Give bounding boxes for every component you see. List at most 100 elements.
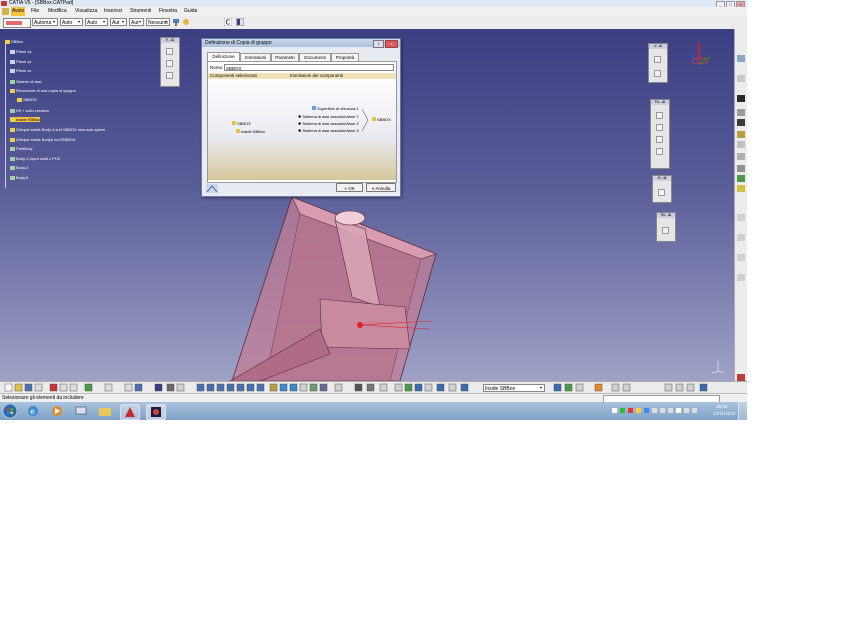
menu-bar: Avvio File Modifica Visualizza Inserisci… — [0, 7, 747, 16]
menu-visualizza[interactable]: Visualizza — [75, 7, 97, 16]
tool-button[interactable] — [166, 72, 173, 79]
catia-window: CATIA V5 - [SBBox.CATPart] _ □ × Avvio F… — [0, 0, 747, 420]
floating-toolbar-pa[interactable]: Pa...⊠ — [650, 99, 670, 169]
tool-button[interactable] — [166, 60, 173, 67]
revolve-icon[interactable] — [737, 141, 745, 148]
svg-text:‑‑‑‑‑‑‑‑‑‑‑‑‑‑: ‑‑‑‑‑‑‑‑‑‑‑‑‑‑ — [364, 320, 382, 324]
transform-icon[interactable] — [737, 214, 745, 221]
component-inputs-pane[interactable]: Immissioni dei componenti Superficie di … — [288, 73, 396, 180]
right-item-label: Sistema di assi assoluto\Asse X — [302, 128, 360, 133]
taskbar-catia-icon[interactable] — [146, 404, 166, 420]
floating-toolbar-sh[interactable]: Sh...⊠ — [656, 212, 676, 242]
system-tray-icons[interactable] — [610, 406, 710, 416]
status-text: Selezionare gli elementi da includere — [2, 395, 84, 401]
left-item[interactable]: Inside SBBox — [236, 129, 265, 134]
start-button-icon[interactable] — [2, 403, 18, 419]
tool-button[interactable] — [656, 124, 663, 131]
floating-toolbar-m[interactable]: M...⊠ — [652, 175, 672, 203]
tool-button[interactable] — [656, 112, 663, 119]
current-body-combo[interactable]: Inside SBBox ▾ — [483, 384, 545, 392]
extrude-icon[interactable] — [737, 131, 745, 138]
sketcher-c-icon[interactable]: C — [224, 18, 232, 26]
show-desktop-button[interactable] — [738, 402, 747, 420]
thickness-icon[interactable] — [737, 185, 745, 192]
ok-button[interactable]: ● OK — [336, 183, 363, 192]
tab-proprieta[interactable]: Proprietà — [331, 53, 359, 61]
menu-avvio[interactable]: Avvio — [11, 7, 26, 16]
axis-triad-icon — [711, 361, 725, 374]
tab-documenti[interactable]: Documenti — [299, 53, 331, 61]
tool-button[interactable] — [654, 56, 661, 63]
right-item[interactable]: ✱Sistema di assi assoluto\Asse Y — [298, 114, 359, 119]
window-tile-icon[interactable] — [236, 18, 244, 26]
pattern-icon[interactable] — [737, 234, 745, 241]
right-item-label: Sistema di assi assoluto\Asse Z — [302, 121, 359, 126]
right-item[interactable]: ✱Sistema di assi assoluto\Asse Z — [298, 121, 359, 126]
transparency-combo[interactable]: Automa ▾ — [32, 18, 58, 26]
tool-button[interactable] — [654, 70, 661, 77]
standard-tool-icons[interactable] — [0, 383, 480, 393]
point-type-combo[interactable]: Aut ▾ — [110, 18, 127, 26]
menu-inserisci[interactable]: Inserisci — [104, 7, 122, 16]
right-toolbar — [734, 29, 747, 381]
axis-icon: ✱ — [298, 114, 302, 119]
name-input-value: SBBOX — [226, 66, 242, 71]
line-icon[interactable] — [737, 119, 745, 126]
measure-icon[interactable] — [737, 254, 745, 261]
floating-toolbar-e[interactable]: E...⊠ — [160, 37, 180, 87]
menu-modifica[interactable]: Modifica — [48, 7, 67, 16]
taskbar-explorer-icon[interactable] — [96, 404, 114, 418]
line-type-combo[interactable]: Auto ▾ — [85, 18, 108, 26]
fill-icon[interactable] — [737, 165, 745, 172]
cancel-button[interactable]: ● Annulla — [366, 183, 396, 192]
chevron-down-icon: ▾ — [540, 385, 543, 390]
cancel-x-icon: ● — [371, 186, 375, 191]
combo-value: Auto — [62, 20, 73, 26]
right-item[interactable]: Superficie di chiusura.1 — [312, 106, 359, 111]
render-style-combo[interactable]: Aut ▾ — [129, 18, 144, 26]
paint-brush-icon[interactable] — [172, 18, 180, 26]
tab-immissioni[interactable]: Immissioni — [240, 53, 271, 61]
connector-bracket — [362, 108, 369, 132]
floating-toolbar-v[interactable]: V...⊠ — [648, 43, 668, 83]
right-tool-icons[interactable] — [550, 383, 730, 393]
taskbar-ie-icon[interactable]: e — [24, 404, 42, 418]
right-item[interactable]: ✱Sistema di assi assoluto\Asse X — [298, 128, 359, 133]
taskbar-acrobat-icon[interactable] — [120, 404, 140, 420]
plane-icon[interactable] — [737, 95, 745, 102]
left-item[interactable]: SBBOX — [232, 121, 251, 126]
tool-button[interactable] — [662, 227, 669, 234]
select-arrow-icon[interactable] — [737, 55, 745, 62]
tool-button[interactable] — [656, 136, 663, 143]
painter-icon[interactable] — [182, 18, 190, 26]
compass-icon[interactable] — [684, 39, 714, 69]
point-icon[interactable] — [737, 109, 745, 116]
tool-button[interactable] — [166, 48, 173, 55]
dialog-logo-icon — [206, 184, 218, 193]
name-input[interactable]: SBBOX — [224, 64, 394, 71]
menu-strumenti[interactable]: Strumenti — [130, 7, 151, 16]
taskbar-desktop-icon[interactable] — [72, 404, 90, 418]
tab-parametri[interactable]: Parametri — [271, 53, 299, 61]
color-combo[interactable] — [3, 18, 31, 28]
app-icon[interactable] — [2, 8, 9, 15]
analysis-icon[interactable] — [737, 274, 745, 281]
layer-combo[interactable]: Nessuno ▾ — [146, 18, 170, 26]
selected-components-pane[interactable]: Componenti selezionati SBBOX Inside SBBo… — [208, 73, 289, 180]
boolean-icon[interactable] — [737, 175, 745, 182]
right-target[interactable]: SBBOX — [372, 117, 391, 122]
menu-finestra[interactable]: Finestra — [159, 7, 177, 16]
sketch-icon[interactable] — [737, 75, 745, 82]
dialog-close-button[interactable]: × — [385, 40, 398, 48]
menu-file[interactable]: File — [31, 7, 39, 16]
taskbar-media-icon[interactable] — [48, 404, 66, 418]
tool-button[interactable] — [656, 148, 663, 155]
sweep-icon[interactable] — [737, 153, 745, 160]
line-width-combo[interactable]: Auto ▾ — [60, 18, 83, 26]
catia-corner-icon[interactable] — [737, 374, 745, 381]
help-button[interactable]: ? — [373, 40, 384, 48]
tool-button[interactable] — [658, 189, 665, 196]
tab-definizione[interactable]: Definizione — [207, 52, 240, 61]
combo-value: Inside SBBox — [485, 386, 516, 392]
menu-guida[interactable]: Guida — [184, 7, 197, 16]
